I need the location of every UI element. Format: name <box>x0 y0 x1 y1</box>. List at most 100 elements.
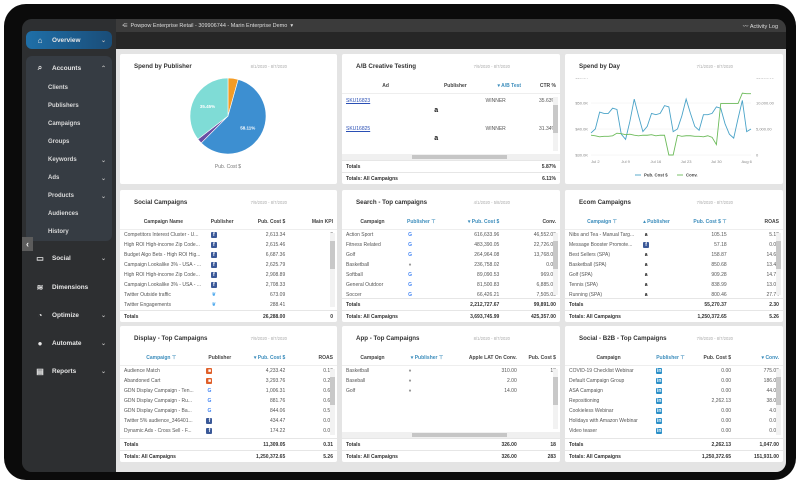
vertical-scrollbar[interactable] <box>553 233 558 295</box>
sidebar-item-reports[interactable]: ▤ Reports ⌄ <box>26 362 112 380</box>
date-range[interactable]: 7/9/2020 - 8/7/2020 <box>697 336 733 341</box>
filter-icon[interactable]: ⊤ <box>170 355 176 361</box>
chevron-icon[interactable]: ⌄ <box>101 312 106 319</box>
date-range[interactable]: 7/1/2020 - 8/7/2020 <box>697 64 733 69</box>
sidebar-subitem-history[interactable]: History <box>48 229 108 235</box>
column-header[interactable]: Campaign <box>342 355 403 361</box>
chevron-icon[interactable]: ⌄ <box>101 255 106 262</box>
vertical-scrollbar[interactable] <box>330 233 335 307</box>
ad-link[interactable]: SKU16823 <box>346 98 370 104</box>
scrollbar-thumb[interactable] <box>776 377 781 405</box>
chevron-icon[interactable]: ⌄ <box>101 37 106 44</box>
sidebar-subitem-groups[interactable]: Groups <box>48 139 108 145</box>
scrollbar-thumb[interactable] <box>412 155 507 159</box>
horizontal-scrollbar[interactable] <box>342 432 560 438</box>
scrollbar-thumb[interactable] <box>553 377 558 405</box>
facebook-icon: f <box>206 428 213 434</box>
date-range[interactable]: 4/1/2020 - 5/8/2020 <box>474 200 510 205</box>
column-header[interactable]: Main KPI <box>289 219 337 225</box>
column-header[interactable]: ▾ Pub. Cost $ <box>237 355 289 361</box>
horizontal-scrollbar[interactable] <box>342 154 560 160</box>
column-header[interactable]: Publisher <box>202 355 237 361</box>
filter-icon[interactable]: ⊤ <box>437 355 443 361</box>
column-header[interactable]: Pub. Cost $ ⊤ <box>674 219 731 225</box>
column-header[interactable]: Conv. <box>503 219 560 225</box>
date-range[interactable]: 7/9/2020 - 8/7/2020 <box>251 200 287 205</box>
column-header[interactable]: Publisher <box>207 219 237 225</box>
filter-icon[interactable]: ⊤ <box>430 219 435 225</box>
chevron-icon[interactable]: ⌃ <box>101 65 106 72</box>
scrollbar-thumb[interactable] <box>553 241 558 269</box>
sidebar-item-automate[interactable]: ● Automate ⌄ <box>26 334 112 352</box>
cell: 1,250,372.65 <box>701 453 732 460</box>
column-header[interactable]: Publisher ⊤ <box>403 219 438 225</box>
date-range[interactable]: 8/1/2020 - 8/7/2020 <box>251 64 287 69</box>
column-header[interactable]: Campaign ⊤ <box>565 219 639 225</box>
cell: ❦ <box>207 292 237 298</box>
sidebar-item-accounts[interactable]: ⌕ Accounts ⌃ <box>26 59 112 77</box>
activity-log-button[interactable]: 〰 Activity Log <box>743 22 778 30</box>
column-header[interactable]: Pub. Cost $ <box>687 355 735 361</box>
column-header[interactable]: Publisher <box>429 83 481 89</box>
column-header[interactable]: Pub. Cost $ <box>237 219 289 225</box>
sidebar-subitem-publishers[interactable]: Publishers <box>48 103 108 109</box>
account-selector[interactable]: Powpow Enterprise Retail - 309906744 - M… <box>131 23 288 29</box>
vertical-scrollbar[interactable] <box>776 369 781 435</box>
scrollbar-thumb[interactable] <box>553 105 558 133</box>
column-header[interactable]: ▾ Pub. Cost $ <box>438 219 503 225</box>
chevron-down-icon[interactable]: ⌄ <box>101 175 106 182</box>
column-header[interactable]: ROAS <box>289 355 337 361</box>
column-header[interactable]: ▾ Conv. <box>735 355 783 361</box>
date-range[interactable]: 7/9/2020 - 8/7/2020 <box>251 336 287 341</box>
chevron-icon[interactable]: ⌄ <box>101 340 106 347</box>
scrollbar-thumb[interactable] <box>330 241 335 269</box>
date-range[interactable]: 7/9/2020 - 8/7/2020 <box>474 64 510 69</box>
sidebar-item-social[interactable]: ▭ Social ⌄ <box>26 249 112 267</box>
table-footer: Totals 11,309.05 0.31 Totals: All Campaigns… <box>120 438 337 462</box>
column-header[interactable]: ▾ A/B Test <box>482 83 526 89</box>
sidebar-item-dimensions[interactable]: ≋ Dimensions <box>26 278 112 296</box>
sidebar-subitem-campaigns[interactable]: Campaigns <box>48 121 108 127</box>
chevron-down-icon[interactable]: ▾ <box>290 23 293 29</box>
chevron-down-icon[interactable]: ⌄ <box>101 193 106 200</box>
chevron-icon[interactable]: ⌄ <box>101 368 106 375</box>
date-range[interactable]: 7/9/2020 - 8/7/2020 <box>697 200 733 205</box>
column-header[interactable]: Campaign Name <box>120 219 207 225</box>
column-header[interactable]: CTR % <box>525 83 560 89</box>
cell: 14.00 <box>504 388 517 394</box>
column-header[interactable]: Publisher ⊤ <box>652 355 687 361</box>
column-header[interactable]: ▴ Publisher <box>639 219 674 225</box>
scrollbar-thumb[interactable] <box>776 241 781 269</box>
date-range[interactable]: 8/1/2020 - 8/7/2020 <box>474 336 510 341</box>
scrollbar-thumb[interactable] <box>412 433 507 437</box>
vertical-scrollbar[interactable] <box>776 233 781 295</box>
scrollbar-thumb[interactable] <box>330 377 335 405</box>
sidebar-subitem-products[interactable]: Products ⌄ <box>48 193 108 200</box>
amazon-icon: a <box>644 282 648 288</box>
column-label: Campaign <box>360 218 385 225</box>
column-header[interactable]: Campaign ⊤ <box>120 355 202 361</box>
sidebar-subitem-keywords[interactable]: Keywords ⌄ <box>48 157 108 164</box>
vertical-scrollbar[interactable] <box>553 369 558 429</box>
column-header[interactable]: Apple LAT On Conv. <box>451 355 521 361</box>
chevron-down-icon[interactable]: ⌄ <box>101 157 106 164</box>
vertical-scrollbar[interactable] <box>330 369 335 435</box>
filter-icon[interactable]: ⊤ <box>721 219 726 225</box>
filter-icon[interactable]: ⊤ <box>611 219 617 225</box>
ad-link[interactable]: SKU16825 <box>346 126 370 132</box>
amazon-icon: a <box>644 232 648 238</box>
column-header[interactable]: ROAS <box>731 219 783 225</box>
cell: WINNER <box>485 126 506 132</box>
column-header[interactable]: Campaign <box>342 219 403 225</box>
sidebar-item-overview[interactable]: ⌂ Overview ⌄ <box>26 31 112 49</box>
sidebar-subitem-clients[interactable]: Clients <box>48 85 108 91</box>
column-header[interactable]: Ad <box>342 83 429 89</box>
column-header[interactable]: Pub. Cost $ <box>521 355 560 361</box>
sidebar-subitem-audiences[interactable]: Audiences <box>48 211 108 217</box>
sidebar-item-optimize[interactable]: ◔ Optimize ⌄ <box>26 306 112 324</box>
sidebar-subitem-ads[interactable]: Ads ⌄ <box>48 175 108 182</box>
column-header[interactable]: Campaign <box>565 355 652 361</box>
column-header[interactable]: ▾ Publisher ⊤ <box>403 355 451 361</box>
vertical-scrollbar[interactable] <box>553 97 558 151</box>
filter-icon[interactable]: ⊤ <box>679 355 684 361</box>
